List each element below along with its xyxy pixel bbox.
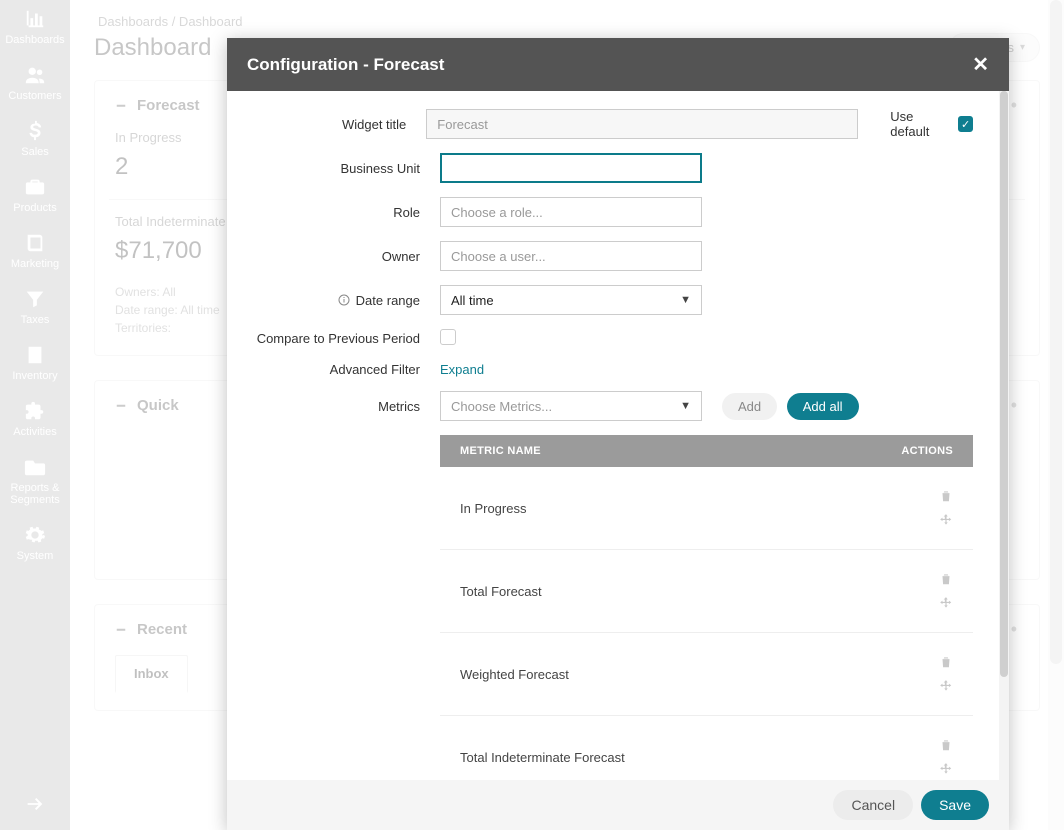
date-range-select[interactable]: All time ▼ — [440, 285, 702, 315]
move-icon[interactable] — [939, 762, 953, 776]
save-button[interactable]: Save — [921, 790, 989, 820]
close-icon[interactable]: ✕ — [972, 52, 989, 77]
compare-checkbox[interactable] — [440, 329, 456, 345]
metrics-placeholder: Choose Metrics... — [451, 399, 552, 414]
use-default-label: Use default — [890, 109, 950, 139]
trash-icon[interactable] — [939, 655, 953, 669]
owner-input[interactable] — [440, 241, 702, 271]
role-input[interactable] — [440, 197, 702, 227]
modal-header: Configuration - Forecast ✕ — [227, 38, 1009, 91]
move-icon[interactable] — [939, 679, 953, 693]
metrics-table: METRIC NAME ACTIONS In Progress Total For… — [440, 435, 973, 780]
table-row: Total Indeterminate Forecast — [440, 715, 973, 780]
add-button[interactable]: Add — [722, 393, 777, 420]
metric-name: In Progress — [460, 501, 526, 516]
modal-body: Widget title Use default ✓ Business Unit… — [227, 91, 1009, 780]
col-metric-name: METRIC NAME — [460, 445, 541, 457]
metrics-select[interactable]: Choose Metrics... ▼ — [440, 391, 702, 421]
caret-down-icon: ▼ — [680, 294, 691, 306]
label-advanced-filter: Advanced Filter — [245, 362, 420, 377]
label-metrics: Metrics — [245, 399, 420, 414]
label-widget-title: Widget title — [245, 117, 406, 132]
advanced-filter-expand-link[interactable]: Expand — [440, 362, 484, 377]
label-date-range: Date range — [245, 293, 420, 308]
business-unit-input[interactable] — [440, 153, 702, 183]
modal-footer: Cancel Save — [227, 780, 1009, 830]
trash-icon[interactable] — [939, 489, 953, 503]
col-actions: ACTIONS — [901, 445, 953, 457]
modal-scrollbar[interactable] — [999, 91, 1009, 780]
metric-name: Total Forecast — [460, 584, 542, 599]
move-icon[interactable] — [939, 596, 953, 610]
info-icon — [338, 294, 350, 306]
label-role: Role — [245, 205, 420, 220]
widget-title-input[interactable] — [426, 109, 858, 139]
modal-scrollbar-thumb[interactable] — [1000, 91, 1008, 677]
label-owner: Owner — [245, 249, 420, 264]
caret-down-icon: ▼ — [680, 400, 691, 412]
table-row: Total Forecast — [440, 549, 973, 632]
trash-icon[interactable] — [939, 572, 953, 586]
trash-icon[interactable] — [939, 738, 953, 752]
move-icon[interactable] — [939, 513, 953, 527]
table-row: In Progress — [440, 467, 973, 549]
add-all-button[interactable]: Add all — [787, 393, 859, 420]
modal-title: Configuration - Forecast — [247, 55, 444, 75]
date-range-value: All time — [451, 293, 494, 308]
cancel-button[interactable]: Cancel — [833, 790, 913, 820]
metrics-table-header: METRIC NAME ACTIONS — [440, 435, 973, 467]
use-default-checkbox[interactable]: ✓ — [958, 116, 973, 132]
configuration-modal: Configuration - Forecast ✕ Widget title … — [227, 38, 1009, 830]
label-compare: Compare to Previous Period — [245, 331, 420, 346]
table-row: Weighted Forecast — [440, 632, 973, 715]
metric-name: Weighted Forecast — [460, 667, 569, 682]
metric-name: Total Indeterminate Forecast — [460, 750, 625, 765]
label-business-unit: Business Unit — [245, 161, 420, 176]
